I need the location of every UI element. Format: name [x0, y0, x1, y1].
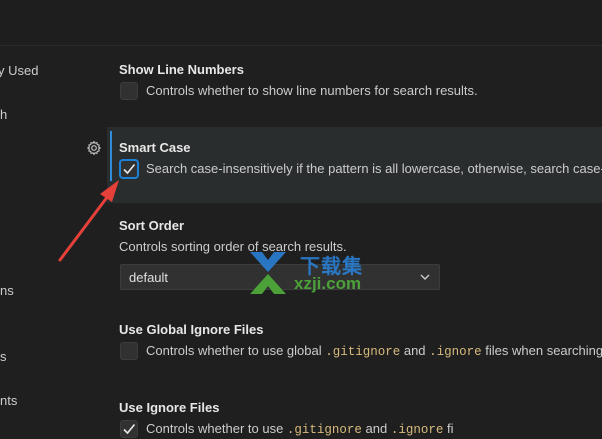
- desc-text: and: [400, 343, 430, 358]
- toc-item-features[interactable]: s: [0, 349, 7, 364]
- setting-title: Use Ignore Files: [119, 400, 220, 415]
- setting-description: Controls whether to use .gitignore and .…: [146, 421, 453, 437]
- setting-title: Sort Order: [119, 218, 185, 233]
- desc-text: fi: [443, 421, 454, 436]
- desc-text: Controls whether to use: [146, 421, 287, 436]
- toc-item-search[interactable]: h: [0, 107, 7, 122]
- settings-list: Show Line Numbers Controls whether to sh…: [40, 47, 602, 439]
- show-line-numbers-checkbox[interactable]: [120, 82, 138, 100]
- checkmark-icon: [123, 423, 136, 435]
- smart-case-checkbox[interactable]: [120, 160, 138, 178]
- setting-title: Smart Case: [119, 140, 191, 155]
- chevron-down-icon: [420, 274, 430, 280]
- sort-order-value: default: [129, 270, 169, 285]
- setting-title: Use Global Ignore Files: [119, 322, 264, 337]
- toc-item-accounts[interactable]: nts: [0, 393, 17, 408]
- setting-description: Controls whether to use global .gitignor…: [146, 343, 602, 359]
- site-watermark: 下载集 xzji.com: [246, 250, 396, 296]
- code-ignore: .ignore: [429, 345, 482, 359]
- desc-text: files when searching f: [481, 343, 602, 358]
- use-ignore-checkbox[interactable]: [120, 420, 138, 438]
- toc-item-extensions[interactable]: ns: [0, 283, 14, 298]
- code-ignore: .ignore: [390, 423, 444, 437]
- watermark-logo-icon: [250, 252, 286, 294]
- code-gitignore: .gitignore: [325, 345, 401, 359]
- toc-item-frequently-used[interactable]: y Used: [0, 63, 38, 78]
- desc-text: and: [361, 421, 391, 436]
- checkmark-icon: [123, 163, 136, 175]
- settings-toc: y Used h ns s nts: [0, 47, 40, 439]
- setting-description: Controls whether to show line numbers fo…: [146, 83, 478, 98]
- setting-title: Show Line Numbers: [119, 62, 244, 77]
- top-bar: [0, 0, 602, 46]
- code-gitignore: .gitignore: [286, 423, 362, 437]
- setting-description: Search case-insensitively if the pattern…: [146, 161, 602, 176]
- focus-indicator: [110, 131, 112, 181]
- watermark-url-text: xzji.com: [294, 274, 362, 293]
- use-global-ignore-checkbox[interactable]: [120, 342, 138, 360]
- gear-icon[interactable]: [86, 140, 102, 156]
- desc-text: Controls whether to use global: [146, 343, 326, 358]
